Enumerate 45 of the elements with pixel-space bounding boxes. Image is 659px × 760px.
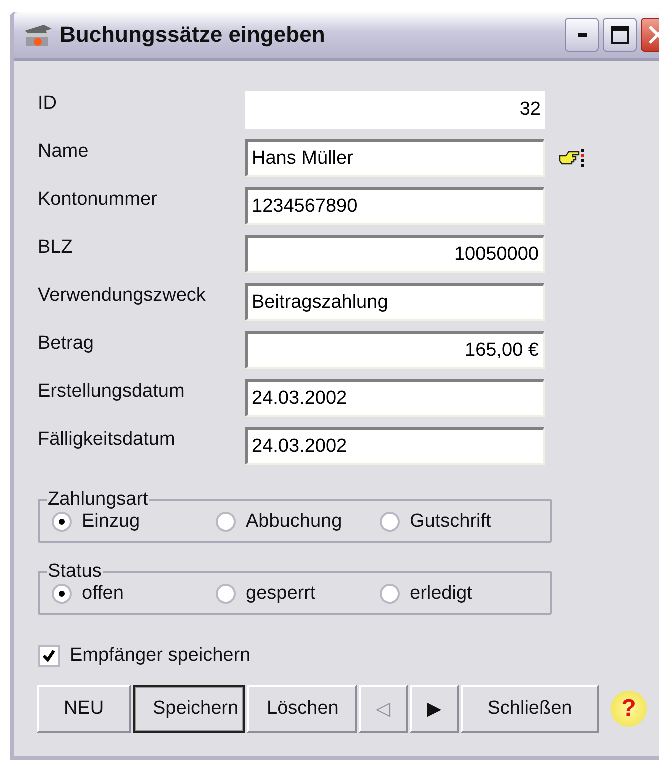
radio-label[interactable]: Gutschrift — [410, 511, 492, 533]
field-label: Fälligkeitsdatum — [38, 428, 176, 451]
field-label: BLZ — [38, 236, 74, 259]
field-label: Verwendungszweck — [38, 284, 207, 307]
field-label: Erstellungsdatum — [38, 380, 186, 403]
save-button[interactable]: Speichern — [133, 685, 245, 733]
input-field[interactable]: Beitragszahlung — [245, 283, 545, 321]
radio-button[interactable] — [216, 512, 236, 532]
checkbox[interactable] — [38, 645, 60, 667]
radio-label[interactable]: offen — [82, 583, 124, 605]
radio-label[interactable]: gesperrt — [246, 583, 316, 605]
maximize-icon — [610, 25, 630, 45]
delete-button[interactable]: Löschen — [247, 685, 357, 733]
input-field[interactable]: 10050000 — [245, 235, 545, 273]
group-title: Status — [47, 561, 103, 583]
input-field[interactable]: 165,00 € — [245, 331, 545, 369]
radio-label[interactable]: Abbuchung — [246, 511, 342, 533]
maximize-button[interactable] — [603, 18, 637, 52]
minimize-icon — [578, 33, 586, 37]
minimize-button[interactable] — [565, 18, 599, 52]
input-field[interactable]: Hans Müller — [245, 139, 545, 177]
next-button[interactable]: ▶ — [410, 685, 459, 733]
new-button[interactable]: NEU — [37, 685, 131, 733]
field-label: Betrag — [38, 332, 95, 355]
input-field[interactable]: 24.03.2002 — [245, 379, 545, 417]
checkmark-icon — [42, 649, 56, 663]
field-label: ID — [38, 92, 58, 115]
radio-label[interactable]: Einzug — [82, 511, 140, 533]
group-title: Zahlungsart — [47, 489, 150, 511]
readonly-field: 32 — [245, 91, 545, 129]
checkbox-label[interactable]: Empfänger speichern — [70, 645, 251, 667]
radio-button[interactable] — [52, 512, 72, 532]
radio-button[interactable] — [380, 584, 400, 604]
input-field[interactable]: 1234567890 — [245, 187, 545, 225]
pointing-hand-icon[interactable] — [559, 149, 585, 169]
field-label: Kontonummer — [38, 188, 158, 211]
radio-button[interactable] — [216, 584, 236, 604]
input-field[interactable]: 24.03.2002 — [245, 427, 545, 465]
help-button[interactable]: ? — [611, 691, 647, 727]
window-title: Buchungssätze eingeben — [60, 22, 326, 48]
radio-button[interactable] — [52, 584, 72, 604]
radio-label[interactable]: erledigt — [410, 583, 472, 605]
field-label: Name — [38, 140, 90, 163]
radio-button[interactable] — [380, 512, 400, 532]
close-form-button[interactable]: Schließen — [461, 685, 599, 733]
